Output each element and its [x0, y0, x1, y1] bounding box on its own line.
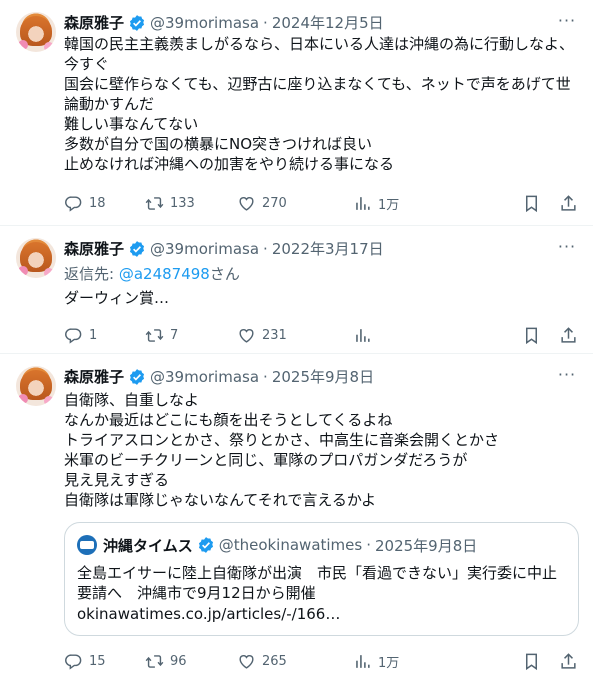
repost-count: 133	[170, 195, 195, 211]
author-name[interactable]: 森原雅子	[64, 367, 124, 387]
verified-icon	[128, 14, 146, 32]
tweet-date[interactable]: 2022年3月17日	[272, 239, 384, 259]
quote-text: 全島エイサーに陸上自衛隊が出演 市民「看過できない」実行委に中止要請へ 沖縄市で…	[77, 564, 558, 602]
like-button[interactable]: 265	[237, 652, 353, 671]
more-icon[interactable]: ···	[557, 13, 577, 34]
verified-icon	[197, 536, 215, 554]
verified-icon	[128, 368, 146, 386]
views-count: 1万	[378, 197, 400, 213]
author-handle[interactable]: @39morimasa	[150, 13, 259, 33]
author-name[interactable]: 森原雅子	[64, 239, 124, 259]
share-icon[interactable]	[559, 194, 578, 213]
reply-icon	[64, 194, 83, 213]
bookmark-icon[interactable]	[522, 194, 541, 213]
reply-count: 18	[89, 195, 106, 211]
views-count: 1万	[378, 655, 400, 671]
reply-count: 1	[89, 327, 98, 343]
verified-icon	[128, 240, 146, 258]
tweet-date[interactable]: 2025年9月8日	[272, 367, 374, 387]
views-button[interactable]: 1万	[353, 652, 433, 671]
repost-count: 7	[170, 327, 179, 343]
tweet[interactable]: ··· 森原雅子 @39morimasa · 2025年9月8日 自衛隊、自重し…	[0, 354, 593, 691]
bookmark-icon[interactable]	[522, 326, 541, 345]
tweet-text: ダーウィン賞…	[64, 289, 170, 307]
reply-button[interactable]: 1	[64, 326, 145, 345]
views-icon	[353, 652, 372, 671]
tweet[interactable]: ··· 森原雅子 @39morimasa · 2024年12月5日 韓国の民主主…	[0, 0, 593, 226]
quote-date: 2025年9月8日	[375, 536, 478, 555]
quote-author-handle: @theokinawatimes	[218, 536, 363, 554]
quote-link[interactable]: okinawatimes.co.jp/articles/-/166…	[77, 603, 566, 625]
separator: ·	[366, 536, 371, 554]
bookmark-icon[interactable]	[522, 652, 541, 671]
like-count: 231	[262, 327, 287, 343]
views-button[interactable]	[353, 326, 433, 345]
reply-prefix: 返信先:	[64, 265, 119, 283]
author-handle[interactable]: @39morimasa	[150, 239, 259, 259]
author-name[interactable]: 森原雅子	[64, 13, 124, 33]
views-button[interactable]: 1万	[353, 194, 433, 213]
repost-icon	[145, 326, 164, 345]
like-count: 270	[262, 195, 287, 211]
avatar[interactable]	[16, 238, 56, 278]
repost-button[interactable]: 133	[145, 194, 237, 213]
reply-icon	[64, 326, 83, 345]
quote-author-name: 沖縄タイムス	[103, 536, 193, 555]
repost-icon	[145, 652, 164, 671]
quote-avatar	[77, 535, 97, 555]
like-button[interactable]: 270	[237, 194, 353, 213]
like-button[interactable]: 231	[237, 326, 353, 345]
share-icon[interactable]	[559, 652, 578, 671]
like-count: 265	[262, 653, 287, 669]
reply-button[interactable]: 18	[64, 194, 145, 213]
avatar[interactable]	[16, 366, 56, 406]
repost-button[interactable]: 7	[145, 326, 237, 345]
quoted-tweet[interactable]: 沖縄タイムス @theokinawatimes · 2025年9月8日 全島エイ…	[64, 522, 579, 636]
separator: ·	[263, 240, 268, 258]
views-icon	[353, 326, 372, 345]
avatar[interactable]	[16, 12, 56, 52]
like-icon	[237, 194, 256, 213]
reply-suffix: さん	[209, 265, 240, 283]
reply-count: 15	[89, 653, 106, 669]
like-icon	[237, 652, 256, 671]
tweet[interactable]: ··· 森原雅子 @39morimasa · 2022年3月17日 返信先: @…	[0, 226, 593, 354]
like-icon	[237, 326, 256, 345]
tweet-date[interactable]: 2024年12月5日	[272, 13, 384, 33]
tweet-text: 自衛隊、自重しなよ なんか最近はどこにも顔を出そうとしてくるよね トライアスロン…	[64, 391, 500, 509]
repost-icon	[145, 194, 164, 213]
share-icon[interactable]	[559, 326, 578, 345]
reply-button[interactable]: 15	[64, 652, 145, 671]
tweet-text: 韓国の民主主義羨ましがるなら、日本にいる人達は沖縄の為に行動しなよ、 今すぐ 国…	[64, 35, 575, 173]
author-handle[interactable]: @39morimasa	[150, 367, 259, 387]
more-icon[interactable]: ···	[557, 239, 577, 260]
reply-icon	[64, 652, 83, 671]
separator: ·	[263, 14, 268, 32]
more-icon[interactable]: ···	[557, 367, 577, 388]
repost-button[interactable]: 96	[145, 652, 237, 671]
views-icon	[353, 194, 372, 213]
repost-count: 96	[170, 653, 187, 669]
separator: ·	[263, 368, 268, 386]
reply-context: 返信先: @a2487498さん	[64, 264, 579, 284]
reply-to-link[interactable]: @a2487498	[119, 265, 210, 283]
